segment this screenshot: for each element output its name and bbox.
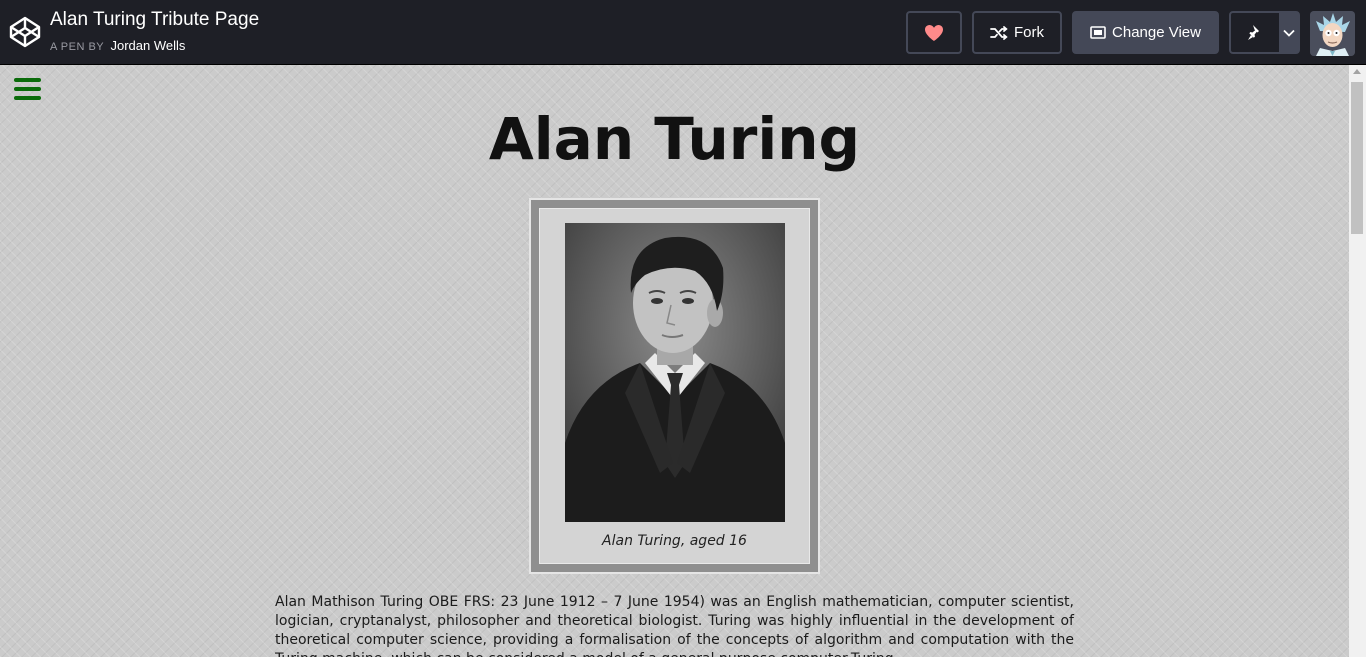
change-view-icon	[1090, 26, 1106, 39]
fork-label: Fork	[1014, 24, 1044, 41]
pin-dropdown[interactable]	[1279, 13, 1298, 52]
codepen-header: Alan Turing Tribute Page A PEN BY Jordan…	[0, 0, 1366, 65]
fork-button[interactable]: Fork	[972, 11, 1062, 54]
change-view-label: Change View	[1112, 24, 1201, 41]
fork-icon	[990, 25, 1008, 40]
hamburger-menu-icon[interactable]	[14, 78, 41, 100]
scroll-thumb[interactable]	[1351, 82, 1363, 234]
menu-bar	[14, 96, 41, 100]
heart-button[interactable]	[906, 11, 962, 54]
portrait-caption: Alan Turing, aged 16	[602, 533, 747, 549]
pen-author-line: A PEN BY Jordan Wells	[50, 38, 185, 53]
biography-text: Alan Mathison Turing OBE FRS: 23 June 19…	[275, 594, 1074, 657]
pin-icon	[1248, 25, 1259, 40]
pin-button[interactable]	[1231, 13, 1279, 52]
change-view-button[interactable]: Change View	[1072, 11, 1219, 54]
user-avatar[interactable]	[1310, 11, 1355, 56]
pin-button-group[interactable]	[1229, 11, 1300, 54]
vertical-scrollbar[interactable]	[1349, 65, 1366, 657]
menu-bar	[14, 78, 41, 82]
heart-icon	[925, 24, 943, 41]
alan-turing-portrait	[565, 223, 785, 522]
chevron-down-icon	[1282, 29, 1295, 37]
by-label: A PEN BY	[50, 41, 105, 53]
scroll-up-arrow[interactable]	[1353, 69, 1361, 74]
menu-bar	[14, 87, 41, 91]
avatar-image	[1310, 11, 1355, 56]
codepen-logo-icon[interactable]	[9, 16, 41, 48]
author-link[interactable]: Jordan Wells	[110, 38, 185, 53]
portrait-frame: Alan Turing, aged 16	[531, 200, 818, 572]
pen-preview: Alan Turing Alan Turing, aged 16 Alan Ma…	[0, 65, 1349, 657]
page-title: Alan Turing	[488, 105, 861, 173]
pen-title[interactable]: Alan Turing Tribute Page	[50, 9, 259, 31]
